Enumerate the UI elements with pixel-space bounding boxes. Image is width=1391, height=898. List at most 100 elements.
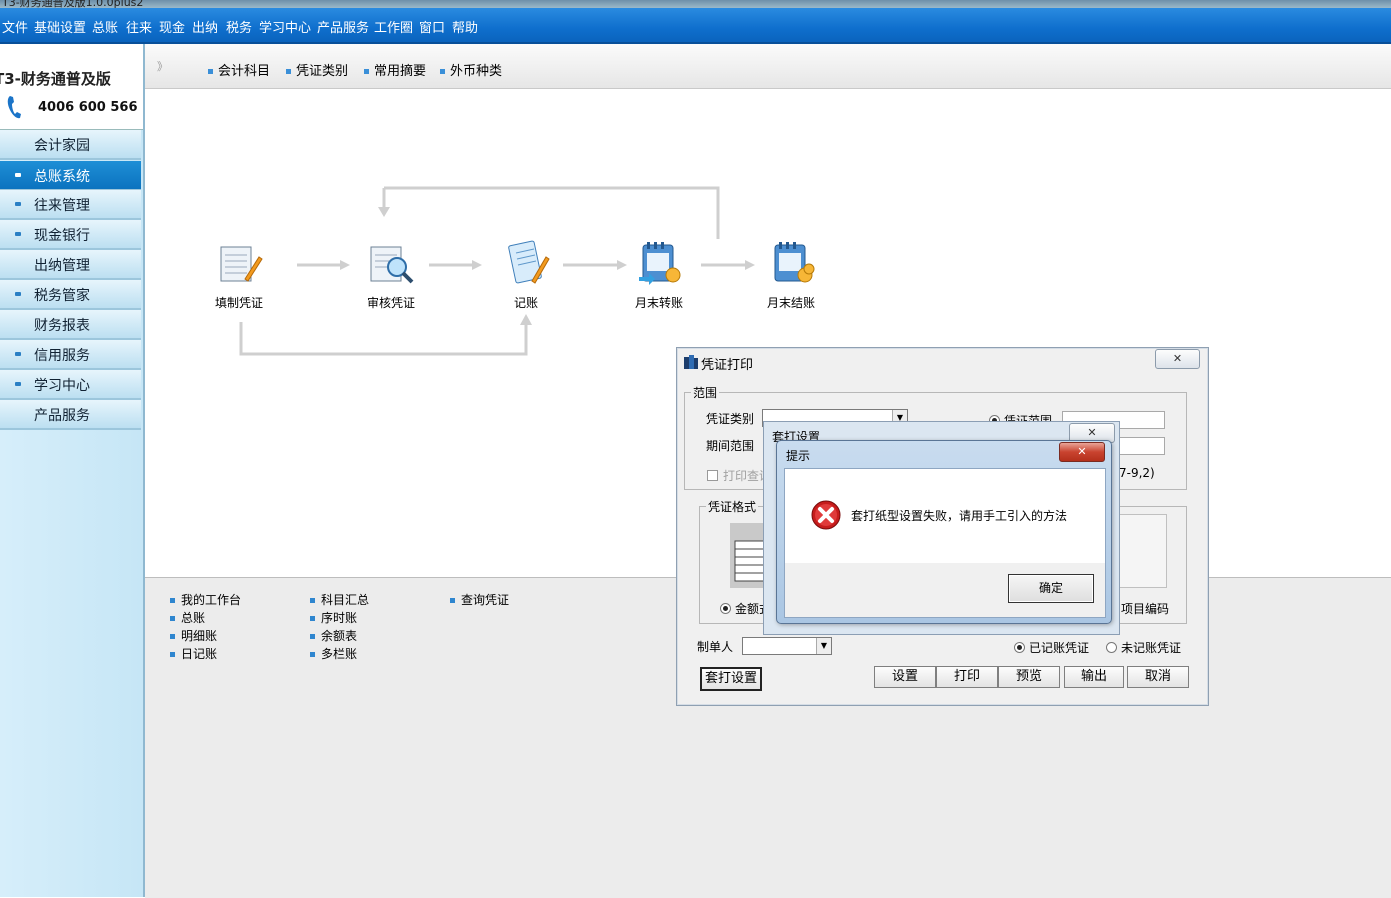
phone-icon bbox=[7, 96, 21, 119]
menu-learning[interactable]: 学习中心 bbox=[259, 17, 311, 36]
sidebar-item-products[interactable]: 产品服务 bbox=[0, 400, 141, 430]
expand-chevron-icon[interactable]: 》 bbox=[157, 58, 168, 74]
calendar-transfer-icon bbox=[639, 242, 681, 285]
sidebar-item-cashier[interactable]: 出纳管理 bbox=[0, 250, 141, 280]
menu-receivables[interactable]: 往来 bbox=[126, 17, 152, 36]
bullet-icon bbox=[310, 652, 315, 657]
flow-step-fill-voucher[interactable]: 填制凭证 bbox=[204, 239, 274, 311]
sidebar-item-accounting-home[interactable]: 会计家园 bbox=[0, 130, 141, 160]
link-label: 科目汇总 bbox=[321, 593, 370, 607]
toolbar-voucher-types[interactable]: 凭证类别 bbox=[286, 60, 348, 79]
menu-file[interactable]: 文件 bbox=[2, 17, 28, 36]
toolbar-item-label: 凭证类别 bbox=[296, 64, 349, 79]
preview-button[interactable]: 预览 bbox=[998, 666, 1060, 688]
posted-voucher-radio[interactable]: 已记账凭证 bbox=[1014, 639, 1089, 656]
message-box: 提示 ✕ 套打纸型设置失败，请用手工引入的方法 确定 bbox=[776, 440, 1112, 624]
menu-cash[interactable]: 现金 bbox=[159, 17, 185, 36]
flow-step-month-end-close[interactable]: 月末结账 bbox=[756, 239, 826, 311]
brand-phone: 4006 600 566 bbox=[38, 100, 138, 115]
sidebar-item-label: 财务报表 bbox=[34, 318, 90, 334]
bullet-icon bbox=[310, 634, 315, 639]
chevron-down-icon: ▼ bbox=[816, 638, 831, 654]
menu-help[interactable]: 帮助 bbox=[452, 17, 478, 36]
link-chronological-ledger[interactable]: 序时账 bbox=[310, 609, 357, 626]
menu-tax[interactable]: 税务 bbox=[226, 17, 252, 36]
link-label: 余额表 bbox=[321, 629, 358, 643]
bullet-icon bbox=[170, 652, 175, 657]
bullet-icon bbox=[170, 598, 175, 603]
link-my-workbench[interactable]: 我的工作台 bbox=[170, 591, 241, 608]
bullet-icon bbox=[170, 634, 175, 639]
bullet-icon bbox=[450, 598, 455, 603]
sidebar-item-credit[interactable]: 信用服务 bbox=[0, 340, 141, 370]
toolbar-currency-types[interactable]: 外币种类 bbox=[440, 60, 502, 79]
menu-window[interactable]: 窗口 bbox=[419, 17, 445, 36]
sidebar-item-general-ledger[interactable]: 总账系统 bbox=[0, 161, 141, 191]
unposted-voucher-radio[interactable]: 未记账凭证 bbox=[1106, 639, 1181, 656]
message-box-body: 套打纸型设置失败，请用手工引入的方法 确定 bbox=[784, 468, 1106, 618]
bullet-icon bbox=[15, 382, 21, 386]
ok-button[interactable]: 确定 bbox=[1008, 574, 1094, 603]
sidebar-item-label: 会计家园 bbox=[34, 138, 90, 154]
menu-workcircle[interactable]: 工作圈 bbox=[374, 17, 413, 36]
cancel-button[interactable]: 取消 bbox=[1127, 666, 1189, 688]
link-multi-column-ledger[interactable]: 多栏账 bbox=[310, 645, 357, 662]
menu-bar: 文件 基础设置 总账 往来 现金 出纳 税务 学习中心 产品服务 工作圈 窗口 … bbox=[0, 8, 1391, 44]
unposted-voucher-label: 未记账凭证 bbox=[1121, 641, 1182, 655]
sidebar-item-label: 税务管家 bbox=[34, 288, 90, 304]
message-box-title: 提示 bbox=[786, 449, 811, 463]
link-label: 序时账 bbox=[321, 611, 358, 625]
settings-button[interactable]: 设置 bbox=[874, 666, 936, 688]
flow-step-audit-voucher[interactable]: 审核凭证 bbox=[356, 239, 426, 311]
link-label: 我的工作台 bbox=[181, 593, 242, 607]
checkbox-icon bbox=[707, 470, 718, 481]
menu-products[interactable]: 产品服务 bbox=[317, 17, 369, 36]
link-detail-ledger[interactable]: 明细账 bbox=[170, 627, 217, 644]
toolbar-common-summaries[interactable]: 常用摘要 bbox=[364, 60, 426, 79]
sidebar-item-reports[interactable]: 财务报表 bbox=[0, 310, 141, 340]
link-subject-summary[interactable]: 科目汇总 bbox=[310, 591, 369, 608]
toolbar-account-subjects[interactable]: 会计科目 bbox=[208, 60, 270, 79]
menu-basic-settings[interactable]: 基础设置 bbox=[34, 17, 86, 36]
output-button[interactable]: 输出 bbox=[1064, 666, 1124, 688]
link-label: 明细账 bbox=[181, 629, 218, 643]
link-balance-sheet[interactable]: 余额表 bbox=[310, 627, 357, 644]
close-icon[interactable]: ✕ bbox=[1059, 442, 1105, 462]
set-print-button[interactable]: 套打设置 bbox=[700, 667, 762, 691]
radio-icon bbox=[1014, 642, 1025, 653]
range-hint: 7-9,2) bbox=[1119, 466, 1155, 480]
maker-select[interactable]: ▼ bbox=[742, 637, 832, 655]
voucher-audit-icon bbox=[370, 246, 414, 284]
bullet-icon bbox=[15, 173, 21, 177]
voucher-fill-icon bbox=[220, 246, 263, 282]
toolbar: 》 会计科目 凭证类别 常用摘要 外币种类 bbox=[145, 44, 1391, 89]
link-label: 多栏账 bbox=[321, 647, 358, 661]
bullet-icon bbox=[208, 69, 213, 74]
sidebar-item-tax[interactable]: 税务管家 bbox=[0, 280, 141, 310]
flow-step-month-end-transfer[interactable]: 月末转账 bbox=[624, 239, 694, 311]
bullet-icon bbox=[170, 616, 175, 621]
format-group-title: 凭证格式 bbox=[708, 500, 757, 514]
link-query-voucher[interactable]: 查询凭证 bbox=[450, 591, 509, 608]
bullet-icon bbox=[364, 69, 369, 74]
link-label: 日记账 bbox=[181, 647, 218, 661]
calendar-close-icon bbox=[774, 242, 815, 283]
sidebar-item-learning[interactable]: 学习中心 bbox=[0, 370, 141, 400]
menu-cashier[interactable]: 出纳 bbox=[192, 17, 218, 36]
link-journal[interactable]: 日记账 bbox=[170, 645, 217, 662]
toolbar-item-label: 常用摘要 bbox=[374, 64, 427, 79]
sidebar-item-label: 往来管理 bbox=[34, 198, 90, 214]
bullet-icon bbox=[310, 616, 315, 621]
link-general-ledger[interactable]: 总账 bbox=[170, 609, 205, 626]
flow-step-post[interactable]: 记账 bbox=[491, 239, 561, 311]
close-icon[interactable]: ✕ bbox=[1155, 349, 1200, 369]
menu-general-ledger[interactable]: 总账 bbox=[92, 17, 118, 36]
print-query-checkbox[interactable]: 打印查询 bbox=[707, 467, 771, 484]
bullet-icon bbox=[15, 352, 21, 356]
posting-icon bbox=[508, 240, 550, 284]
sidebar-item-receivables[interactable]: 往来管理 bbox=[0, 190, 141, 220]
print-button[interactable]: 打印 bbox=[936, 666, 998, 688]
flow-step-label: 月末结账 bbox=[766, 296, 815, 310]
sidebar-item-cash-bank[interactable]: 现金银行 bbox=[0, 220, 141, 250]
maker-label: 制单人 bbox=[697, 640, 734, 654]
